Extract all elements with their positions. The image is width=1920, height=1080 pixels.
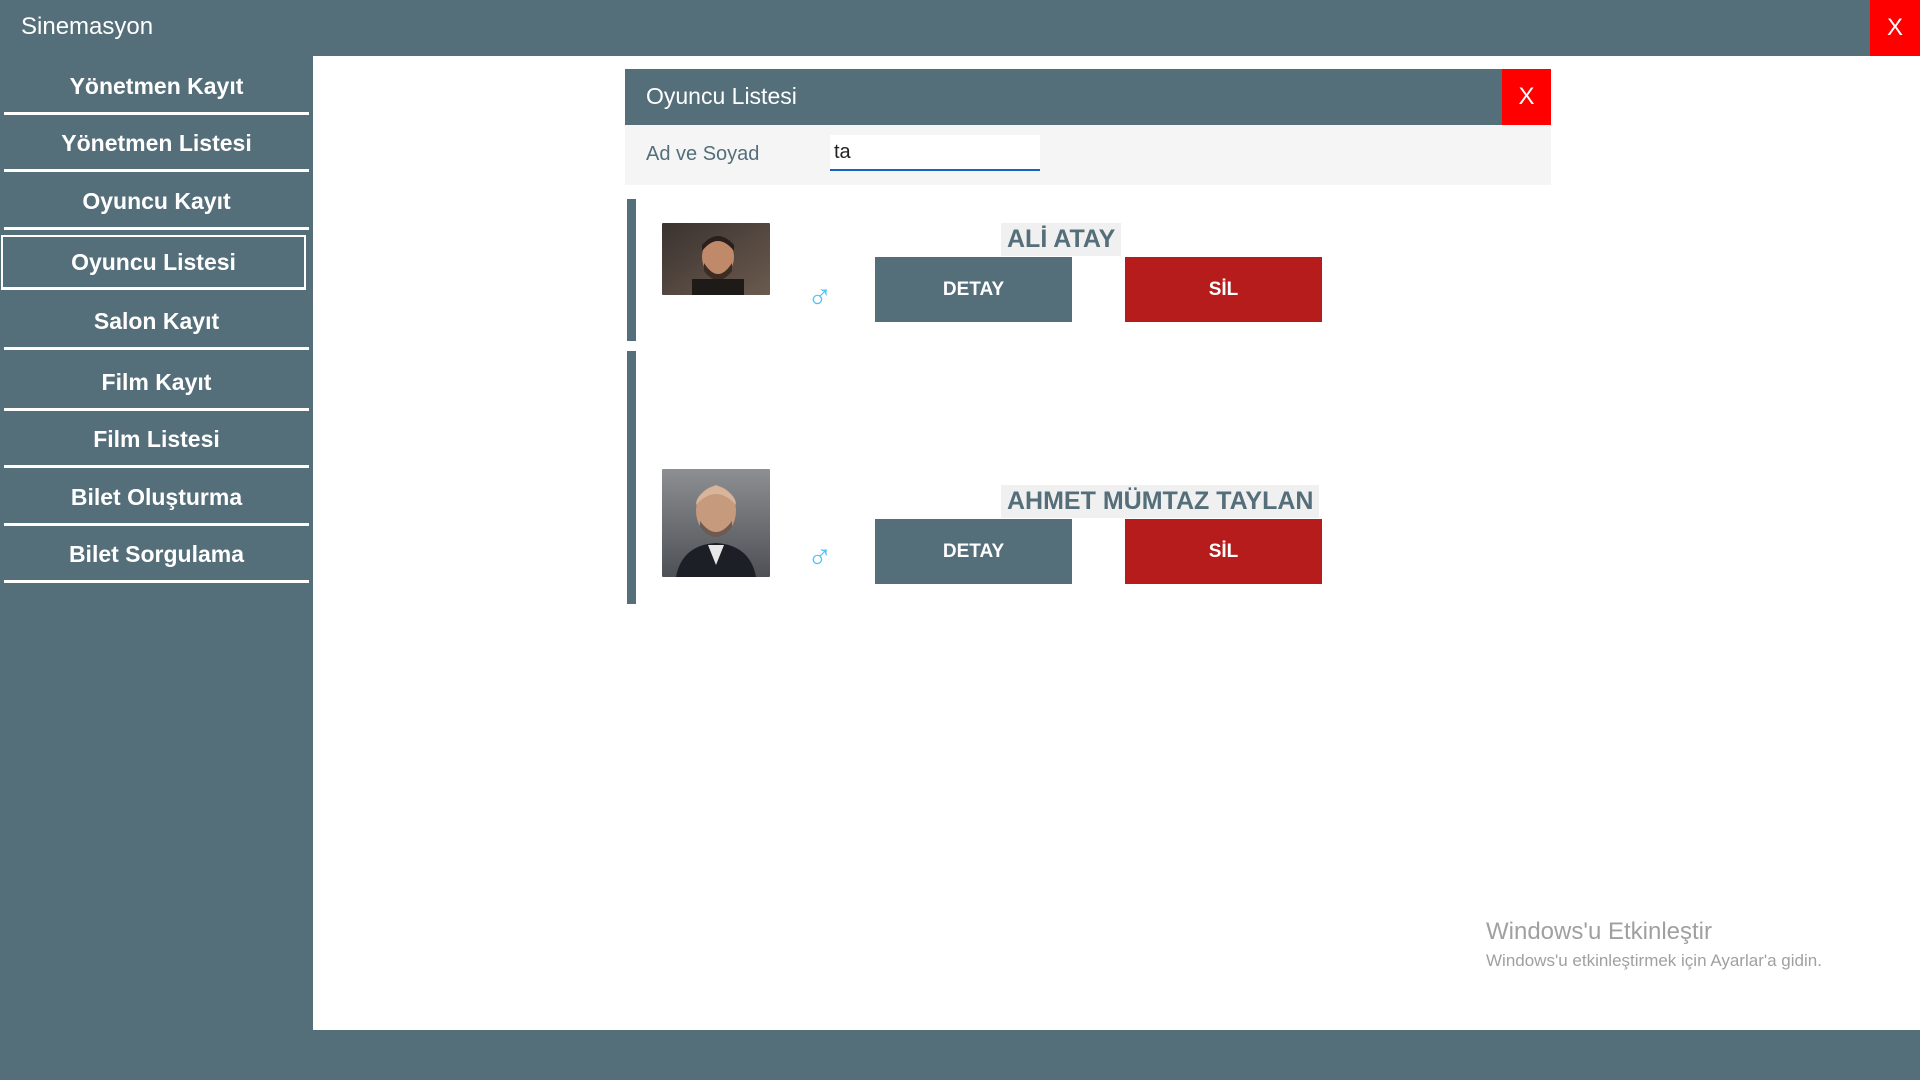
detail-button[interactable]: DETAY xyxy=(875,257,1072,322)
card-accent-bar xyxy=(627,351,636,604)
sidebar-item-film-listesi[interactable]: Film Listesi xyxy=(4,413,309,468)
panel-title: Oyuncu Listesi xyxy=(646,83,797,109)
detail-button[interactable]: DETAY xyxy=(875,519,1072,584)
delete-button[interactable]: SİL xyxy=(1125,519,1322,584)
actor-list-panel: Oyuncu Listesi X Ad ve Soyad ta ♂ ALİ AT… xyxy=(625,69,1551,604)
actor-name: ALİ ATAY xyxy=(1001,223,1122,256)
sidebar-item-oyuncu-kayit[interactable]: Oyuncu Kayıt xyxy=(4,175,309,230)
main-content: Oyuncu Listesi X Ad ve Soyad ta ♂ ALİ AT… xyxy=(313,56,1920,1030)
search-input[interactable] xyxy=(830,135,1040,171)
male-icon: ♂ xyxy=(807,537,833,575)
actor-name: AHMET MÜMTAZ TAYLAN xyxy=(1001,485,1320,518)
sidebar-item-yonetmen-kayit[interactable]: Yönetmen Kayıt xyxy=(4,60,309,115)
actor-card: ♂ AHMET MÜMTAZ TAYLAN DETAY SİL xyxy=(625,351,1551,604)
sidebar-item-bilet-sorgulama[interactable]: Bilet Sorgulama xyxy=(4,528,309,583)
delete-button[interactable]: SİL xyxy=(1125,257,1322,322)
actor-photo xyxy=(662,223,770,295)
panel-close-button[interactable]: X xyxy=(1502,69,1551,125)
app-close-button[interactable]: X xyxy=(1870,0,1920,56)
card-accent-bar xyxy=(627,199,636,341)
sidebar-item-oyuncu-listesi[interactable]: Oyuncu Listesi xyxy=(1,235,306,290)
search-label: Ad ve Soyad xyxy=(646,143,760,165)
actor-card: ♂ ALİ ATAY DETAY SİL xyxy=(625,199,1551,341)
watermark-title: Windows'u Etkinleştir xyxy=(1486,918,1712,945)
search-row: Ad ve Soyad xyxy=(625,125,1551,185)
app-title: Sinemasyon xyxy=(21,13,154,40)
male-icon: ♂ xyxy=(807,277,833,315)
actor-photo xyxy=(662,469,770,577)
sidebar-item-yonetmen-listesi[interactable]: Yönetmen Listesi xyxy=(4,117,309,172)
title-bar: Sinemasyon X xyxy=(0,0,1920,56)
sidebar: Yönetmen Kayıt Yönetmen Listesi Oyuncu K… xyxy=(0,56,313,1080)
sidebar-item-salon-kayit[interactable]: Salon Kayıt xyxy=(4,295,309,350)
sidebar-item-bilet-olusturma[interactable]: Bilet Oluşturma xyxy=(4,471,309,526)
panel-header: Oyuncu Listesi X xyxy=(625,69,1551,125)
watermark-subtitle: Windows'u etkinleştirmek için Ayarlar'a … xyxy=(1486,951,1822,970)
sidebar-item-film-kayit[interactable]: Film Kayıt xyxy=(4,356,309,411)
